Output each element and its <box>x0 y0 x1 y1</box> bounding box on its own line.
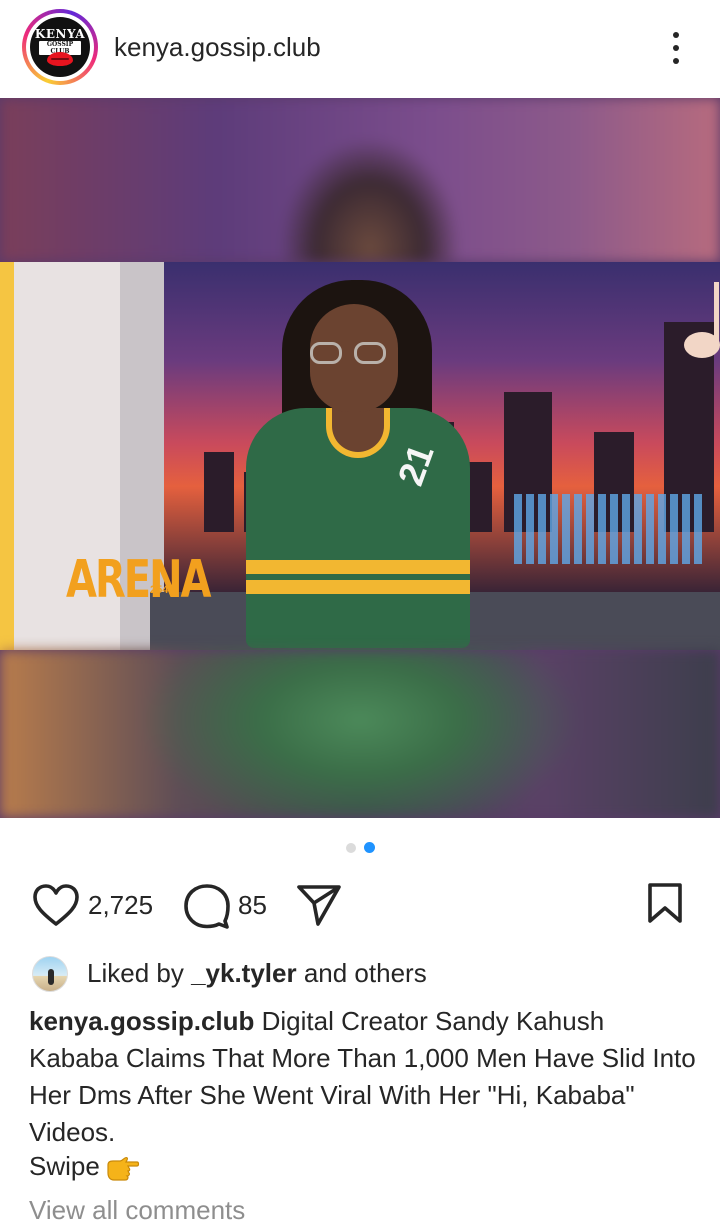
comment-icon[interactable] <box>183 883 231 929</box>
carousel-dot-1 <box>346 843 356 853</box>
carousel-indicator <box>0 841 720 855</box>
pointing-right-hand-icon <box>107 1157 139 1181</box>
arena-logo: ARENA <box>66 550 212 610</box>
comment-count[interactable]: 85 <box>238 890 267 921</box>
equalizer-graphic <box>514 494 704 564</box>
liked-by-suffix[interactable]: and others <box>297 958 427 988</box>
guest-person: 21 <box>238 276 478 650</box>
glasses <box>310 342 400 364</box>
send-icon[interactable] <box>296 884 342 926</box>
like-count[interactable]: 2,725 <box>88 890 153 921</box>
swipe-text: Swipe <box>29 1151 100 1181</box>
video-frame: ARENA 254 21 <box>0 262 720 650</box>
arena-logo-sub: 254 <box>150 584 169 596</box>
post-caption: kenya.gossip.club Digital Creator Sandy … <box>29 1003 699 1151</box>
lips-icon <box>47 52 73 66</box>
liker-avatar[interactable] <box>32 956 68 992</box>
post-actions: 2,725 85 <box>0 878 720 934</box>
caption-author[interactable]: kenya.gossip.club <box>29 1006 254 1036</box>
view-all-comments-link[interactable]: View all comments <box>29 1195 245 1224</box>
blurred-background-top <box>0 98 720 262</box>
heart-icon[interactable] <box>32 884 80 928</box>
logo-text-kenya: KENYA <box>34 27 86 41</box>
liked-by-row[interactable]: Liked by _yk.tyler and others <box>0 954 720 994</box>
profile-avatar[interactable]: KENYA GOSSIP CLUB <box>22 9 98 85</box>
blurred-background-bottom <box>0 650 720 818</box>
liked-by-user[interactable]: _yk.tyler <box>191 958 297 988</box>
post-username[interactable]: kenya.gossip.club <box>114 32 321 63</box>
carousel-dot-2-active <box>364 842 375 853</box>
post-header: KENYA GOSSIP CLUB kenya.gossip.club <box>0 0 720 98</box>
more-options-button[interactable] <box>660 26 692 70</box>
caption-swipe-line: Swipe <box>29 1151 140 1182</box>
green-jersey: 21 <box>246 408 470 648</box>
liked-by-text[interactable]: Liked by _yk.tyler and others <box>87 958 427 989</box>
liked-by-prefix: Liked by <box>87 958 192 988</box>
more-vertical-icon <box>673 32 679 38</box>
music-note-icon <box>684 282 720 362</box>
post-media[interactable]: ARENA 254 21 <box>0 98 720 818</box>
avatar-border: KENYA GOSSIP CLUB <box>26 13 94 81</box>
kenya-gossip-club-logo: KENYA GOSSIP CLUB <box>30 17 90 77</box>
bookmark-icon[interactable] <box>646 882 684 924</box>
jersey-number: 21 <box>389 439 442 491</box>
